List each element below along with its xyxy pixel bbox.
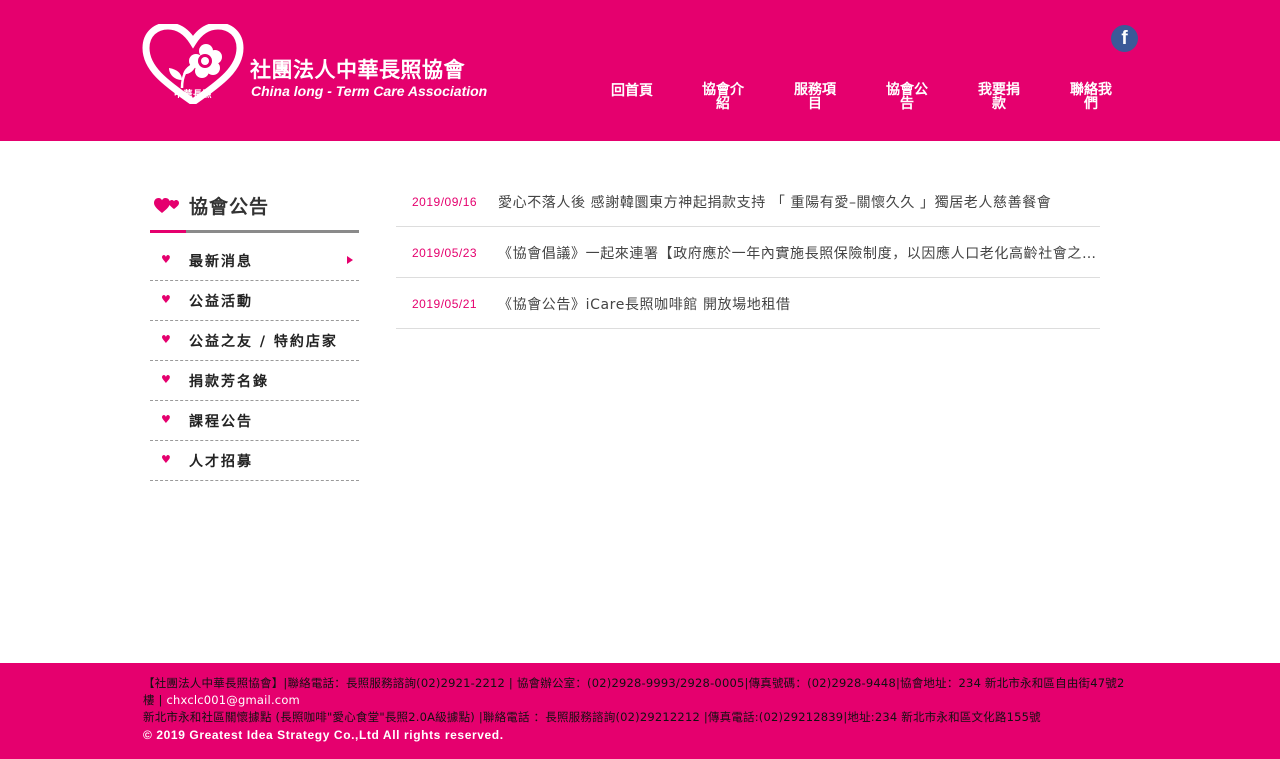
nav-about[interactable]: 協會介紹 [700, 83, 746, 111]
news-date: 2019/05/23 [412, 246, 478, 260]
footer-community-line: 新北市永和社區關懷據點 (長照咖啡"愛心食堂"長照2.0A級據點) |聯絡電話 … [143, 710, 1041, 724]
logo-title-zh: 社團法人中華長照協會 [250, 57, 465, 82]
footer-email-separator: | [154, 693, 163, 707]
list-item[interactable]: 2019/05/21 《協會公告》iCare長照咖啡館 開放場地租借 [396, 278, 1100, 329]
heart-icon: ♥ [161, 373, 171, 386]
sidebar-item-donor-list[interactable]: ♥ 捐款芳名錄 [150, 361, 359, 401]
site-header: 中華長照 社團法人中華長照協會 China long - Term Care A… [0, 0, 1280, 141]
nav-announcements[interactable]: 協會公告 [884, 83, 930, 111]
news-date: 2019/09/16 [412, 195, 478, 209]
nav-services[interactable]: 服務項目 [792, 83, 838, 111]
sidebar-header: 協會公告 [150, 186, 359, 234]
sidebar-item-charity-events[interactable]: ♥ 公益活動 [150, 281, 359, 321]
news-title-link[interactable]: 《協會倡議》一起來連署【政府應於一年內實施長照保險制度，以因應人口老化高齡社會之… [498, 243, 1096, 263]
list-item[interactable]: 2019/09/16 愛心不落人後 感謝韓圜東方神起捐款支持 「 重陽有愛–關懷… [396, 176, 1100, 227]
news-title-link[interactable]: 愛心不落人後 感謝韓圜東方神起捐款支持 「 重陽有愛–關懷久久 」獨居老人慈善餐… [498, 192, 1096, 212]
sidebar-menu: ♥ 最新消息 ♥ 公益活動 ♥ 公益之友 / 特約店家 ♥ 捐款芳名錄 ♥ 課程… [150, 241, 359, 481]
site-logo[interactable]: 中華長照 社團法人中華長照協會 China long - Term Care A… [142, 24, 502, 104]
nav-contact[interactable]: 聯絡我們 [1068, 83, 1114, 111]
site-footer: 【社團法人中華長照協會】|聯絡電話：長照服務諮詢(02)2921-2212 | … [0, 663, 1280, 759]
logo-mark-text: 中華長照 [174, 90, 213, 100]
facebook-icon[interactable]: f [1111, 25, 1138, 52]
news-list: 2019/09/16 愛心不落人後 感謝韓圜東方神起捐款支持 「 重陽有愛–關懷… [396, 176, 1100, 329]
sidebar-item-latest-news[interactable]: ♥ 最新消息 [150, 241, 359, 281]
heart-icon: ♥ [161, 413, 171, 426]
sidebar-item-partner-stores[interactable]: ♥ 公益之友 / 特約店家 [150, 321, 359, 361]
sidebar-item-courses[interactable]: ♥ 課程公告 [150, 401, 359, 441]
arrow-right-icon [347, 256, 353, 264]
sidebar-item-label: 公益之友 / 特約店家 [189, 334, 338, 350]
news-title-link[interactable]: 《協會公告》iCare長照咖啡館 開放場地租借 [498, 294, 1096, 314]
sidebar-item-label: 課程公告 [189, 414, 253, 430]
footer-contact-line: 【社團法人中華長照協會】|聯絡電話：長照服務諮詢(02)2921-2212 | … [143, 675, 1133, 709]
logo-title-en: China long - Term Care Association [251, 83, 488, 99]
sidebar-item-label: 人才招募 [189, 454, 253, 470]
sidebar-title: 協會公告 [189, 196, 270, 218]
list-item[interactable]: 2019/05/23 《協會倡議》一起來連署【政府應於一年內實施長照保險制度，以… [396, 227, 1100, 278]
nav-donate[interactable]: 我要捐款 [976, 83, 1022, 111]
sidebar-item-recruitment[interactable]: ♥ 人才招募 [150, 441, 359, 481]
heart-icon: ♥ [161, 453, 171, 466]
news-date: 2019/05/21 [412, 297, 478, 311]
heart-icon: ♥ [161, 333, 171, 346]
hearts-icon [154, 198, 179, 213]
sidebar-item-label: 捐款芳名錄 [189, 374, 269, 390]
footer-info: 【社團法人中華長照協會】|聯絡電話：長照服務諮詢(02)2921-2212 | … [143, 675, 1133, 744]
sidebar-title-accent [150, 230, 186, 233]
heart-icon: ♥ [161, 253, 171, 266]
footer-copyright: © 2019 Greatest Idea Strategy Co.,Ltd Al… [143, 728, 504, 742]
heart-icon: ♥ [161, 293, 171, 306]
footer-email-link[interactable]: chxclc001@gmail.com [167, 693, 300, 707]
nav-home[interactable]: 回首頁 [608, 84, 656, 98]
sidebar-item-label: 最新消息 [189, 254, 253, 270]
sidebar-item-label: 公益活動 [189, 294, 253, 310]
